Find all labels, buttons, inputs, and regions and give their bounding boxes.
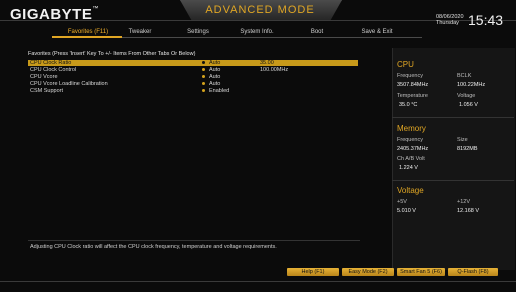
bullet-icon — [202, 82, 205, 85]
help-hint: Adjusting CPU Clock ratio will affect th… — [30, 244, 277, 250]
brand-tm: ™ — [92, 6, 99, 12]
help-button[interactable]: Help (F1) — [287, 268, 339, 276]
mode-title: ADVANCED MODE — [205, 4, 315, 16]
memory-frequency-value: 2405.37MHz — [397, 146, 429, 152]
setting-value: Auto — [209, 67, 221, 73]
cpu-voltage-value: 1.056 V — [459, 102, 478, 108]
smart-fan-button[interactable]: Smart Fan 5 (F6) — [397, 268, 445, 276]
setting-label: CPU Vcore Loadline Calibration — [30, 81, 108, 87]
voltage-5v-value: 5.010 V — [397, 208, 416, 214]
footer-divider — [0, 281, 516, 282]
memory-size-label: Size — [457, 137, 468, 143]
setting-row-cpu-vcore[interactable]: CPU Vcore Auto — [28, 74, 358, 80]
tab-favorites[interactable]: Favorites (F11) — [58, 29, 118, 35]
hint-divider — [28, 240, 360, 241]
memory-title: Memory — [397, 124, 426, 133]
setting-value: Auto — [209, 74, 221, 80]
cpu-frequency-value: 3507.84MHz — [397, 82, 429, 88]
easy-mode-button[interactable]: Easy Mode (F2) — [342, 268, 394, 276]
date-display: 08/06/2020 Thursday — [436, 14, 464, 26]
setting-label: CPU Clock Ratio — [30, 60, 72, 66]
cpu-frequency-label: Frequency — [397, 73, 423, 79]
setting-label: CPU Clock Control — [30, 67, 77, 73]
setting-row-csm-support[interactable]: CSM Support Enabled — [28, 88, 358, 94]
cpu-temperature-value: 35.0 °C — [399, 102, 418, 108]
section-title: Favorites (Press 'Insert' Key To +/- Ite… — [28, 51, 196, 57]
panel-divider — [392, 117, 514, 118]
voltage-12v-label: +12V — [457, 199, 470, 205]
tab-save-exit[interactable]: Save & Exit — [352, 29, 402, 35]
cpu-bclk-label: BCLK — [457, 73, 472, 79]
day-text: Thursday — [436, 20, 459, 26]
tab-settings[interactable]: Settings — [178, 29, 218, 35]
active-tab-indicator — [52, 36, 122, 38]
tab-tweaker[interactable]: Tweaker — [120, 29, 160, 35]
setting-value: Enabled — [209, 88, 230, 94]
memory-size-value: 8192MB — [457, 146, 478, 152]
setting-extra: 35.00 — [260, 60, 274, 66]
setting-value: Auto — [209, 60, 221, 66]
memory-voltage-value: 1.224 V — [399, 165, 418, 171]
voltage-5v-label: +5V — [397, 199, 407, 205]
panel-divider — [392, 180, 514, 181]
q-flash-button[interactable]: Q-Flash (F8) — [448, 268, 498, 276]
tab-boot[interactable]: Boot — [302, 29, 332, 35]
voltage-title: Voltage — [397, 186, 424, 195]
setting-label: CPU Vcore — [30, 74, 58, 80]
clock: 15:43 — [468, 12, 504, 28]
cpu-voltage-label: Voltage — [457, 93, 476, 99]
cpu-temperature-label: Temperature — [397, 93, 428, 99]
setting-row-cpu-clock-control[interactable]: CPU Clock Control Auto 100.00MHz — [28, 67, 358, 73]
memory-voltage-label: Ch A/B Volt — [397, 156, 425, 162]
bullet-icon — [202, 68, 205, 71]
memory-frequency-label: Frequency — [397, 137, 423, 143]
setting-row-cpu-vcore-llc[interactable]: CPU Vcore Loadline Calibration Auto — [28, 81, 358, 87]
voltage-12v-value: 12.168 V — [457, 208, 480, 214]
tab-system-info[interactable]: System Info. — [232, 29, 282, 35]
setting-row-cpu-clock-ratio[interactable]: CPU Clock Ratio Auto 35.00 — [28, 60, 358, 66]
setting-label: CSM Support — [30, 88, 64, 94]
setting-extra: 100.00MHz — [260, 67, 289, 73]
bullet-icon — [202, 75, 205, 78]
cpu-title: CPU — [397, 60, 414, 69]
bullet-icon — [202, 89, 205, 92]
cpu-bclk-value: 100.22MHz — [457, 82, 486, 88]
setting-value: Auto — [209, 81, 221, 87]
bullet-icon — [202, 61, 205, 64]
